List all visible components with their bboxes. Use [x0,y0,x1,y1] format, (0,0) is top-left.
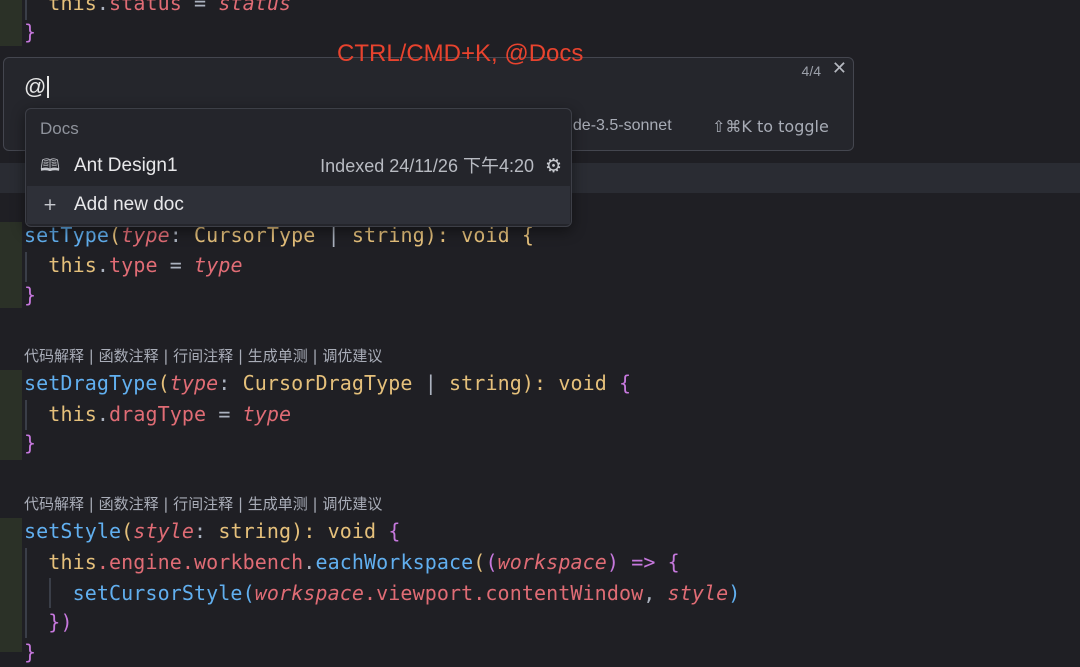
book-icon: 🕮 [39,156,61,176]
gutter-change-marker [0,518,22,652]
prompt-counter: 4/4 [801,63,821,79]
code-token-this: this [48,402,97,426]
doc-item-label: Ant Design1 [74,155,178,176]
code-token-type: string [218,519,292,543]
code-line: } [24,17,36,47]
doc-item-ant-design[interactable]: 🕮 Ant Design1 Indexed 24/11/26 下午4:20 ⚙ [27,147,570,185]
model-selector[interactable]: ude-3.5-sonnet [564,117,672,135]
code-token-variable: status [218,0,292,15]
code-token-property: dragType [109,402,207,426]
code-token-param: style [133,519,195,543]
code-line: } [24,280,36,310]
code-token: ( [473,550,486,574]
code-token-function: setCursorStyle [72,581,243,605]
code-token-operator: => [619,550,668,574]
code-token-function: eachWorkspace [315,550,474,574]
add-new-doc-item[interactable]: + Add new doc [27,186,570,224]
gutter-change-marker [0,370,22,460]
code-token-brace: { [376,519,401,543]
code-token-this: this [48,550,97,574]
code-token: ( [121,519,134,543]
code-line: } [24,637,36,667]
code-lens-actions[interactable]: 代码解释 | 函数注释 | 行间注释 | 生成单测 | 调优建议 [24,345,382,367]
code-token-type: CursorDragType [242,371,413,395]
code-token: : [218,371,243,395]
code-token-brace: } [24,283,37,307]
code-token: = [157,253,195,277]
code-token-brace: } [24,431,37,455]
code-token-variable: type [194,253,243,277]
code-token: . [303,550,316,574]
code-token-brace: { [667,550,680,574]
add-new-doc-label: Add new doc [74,194,184,215]
prompt-input-value: @ [24,74,47,99]
gutter-change-marker [0,0,22,46]
code-token: ) [606,550,620,574]
code-token: ( [242,581,255,605]
code-line: this.type = type [24,250,243,280]
code-token-variable: type [242,402,292,426]
gear-icon[interactable]: ⚙ [545,147,562,185]
code-line: this.dragType = type [24,399,291,429]
code-token: = [181,0,219,15]
docs-mention-popup: Docs 🕮 Ant Design1 Indexed 24/11/26 下午4:… [25,108,572,227]
code-token-property: type [109,253,158,277]
code-token: . [96,0,110,15]
code-line: setCursorStyle(workspace.viewport.conten… [24,578,741,608]
code-token: ) [728,581,741,605]
code-token-type: string [449,371,522,395]
prompt-input[interactable]: @ [24,74,50,100]
code-token-brace: } [24,640,37,664]
code-token-property: .engine [96,550,182,574]
code-token-brace: }) [48,610,73,634]
code-token: ( [157,371,170,395]
code-token-type: void [558,371,607,395]
code-token-function: setStyle [24,519,122,543]
code-line: this.engine.workbench.eachWorkspace((wor… [24,547,680,577]
code-token: ): [291,519,328,543]
code-token: ): [521,371,559,395]
code-line: }) [24,607,73,637]
code-token-property: status [109,0,182,15]
code-token-brace: { [606,371,632,395]
gutter-change-marker [0,222,22,308]
code-token-this: this [48,253,97,277]
code-token-param: type [169,371,219,395]
code-line: setDragType(type: CursorDragType | strin… [24,368,631,398]
code-token-param: workspace [497,550,607,574]
code-token-property: .viewport.contentWindow [364,581,644,605]
code-token-type: void [327,519,377,543]
code-token-brace: } [24,20,37,44]
close-icon[interactable]: ✕ [832,58,847,79]
code-token: . [96,253,110,277]
code-line: this.status = status [24,0,291,18]
plus-icon: + [42,195,58,215]
code-lens-actions[interactable]: 代码解释 | 函数注释 | 行间注释 | 生成单测 | 调优建议 [24,493,382,515]
popup-header: Docs [40,119,79,138]
toggle-shortcut-hint[interactable]: ⇧⌘K to toggle [712,117,829,136]
code-token: = [206,402,243,426]
code-line: setStyle(style: string): void { [24,516,400,546]
code-token-param: workspace [254,581,364,605]
code-token: , [643,581,668,605]
screenshot-annotation: CTRL/CMD+K, @Docs [337,40,584,67]
code-token: : [194,519,219,543]
code-line: } [24,428,36,458]
code-token-param: style [667,581,729,605]
code-token: | [412,371,450,395]
text-caret [47,76,50,98]
code-token-property: .workbench [181,550,304,574]
code-token-function: setDragType [24,371,158,395]
code-token-this: this [48,0,97,15]
doc-item-indexed-meta: Indexed 24/11/26 下午4:20 [320,156,534,176]
code-token: ( [485,550,498,574]
code-token: . [96,402,110,426]
